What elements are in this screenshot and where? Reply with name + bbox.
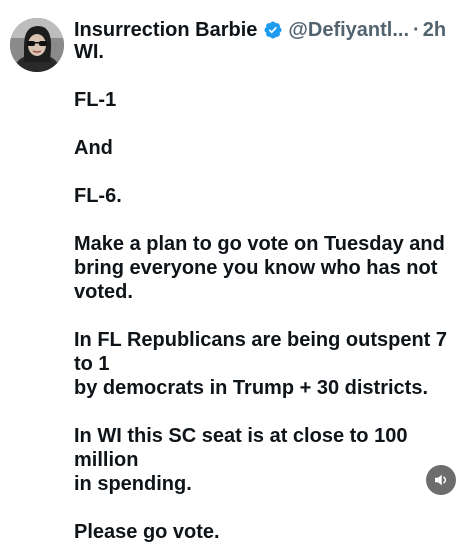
tweet-line: Please go vote. [74,521,220,543]
tweet-line: by democrats in Trump + 30 districts. [74,377,429,399]
tweet-card[interactable]: Insurrection Barbie @Defiyantl... · 2h W… [0,0,469,543]
verified-badge-icon [263,20,283,40]
tweet-line: FL-1 [74,89,117,111]
tweet-line: bring everyone you know who has not [74,257,438,279]
tweet-line: And [74,137,113,159]
tweet-line: FL-6. [74,185,122,207]
tweet-text: WI. FL-1 And FL-6. Make a plan to go vot… [74,40,459,544]
speaker-icon [435,474,447,486]
tweet-line: In FL Republicans are being outspent 7 t… [74,329,448,375]
avatar-photo [10,18,64,72]
tweet-line: WI. [74,41,104,63]
tweet-line: in spending. [74,473,192,495]
tweet-line: Make a plan to go vote on Tuesday and [74,233,445,255]
tweet-line: voted. [74,281,133,303]
tweet-line: In WI this SC seat is at close to 100 mi… [74,425,408,471]
sound-toggle-button[interactable] [426,465,456,495]
avatar[interactable] [10,18,64,72]
